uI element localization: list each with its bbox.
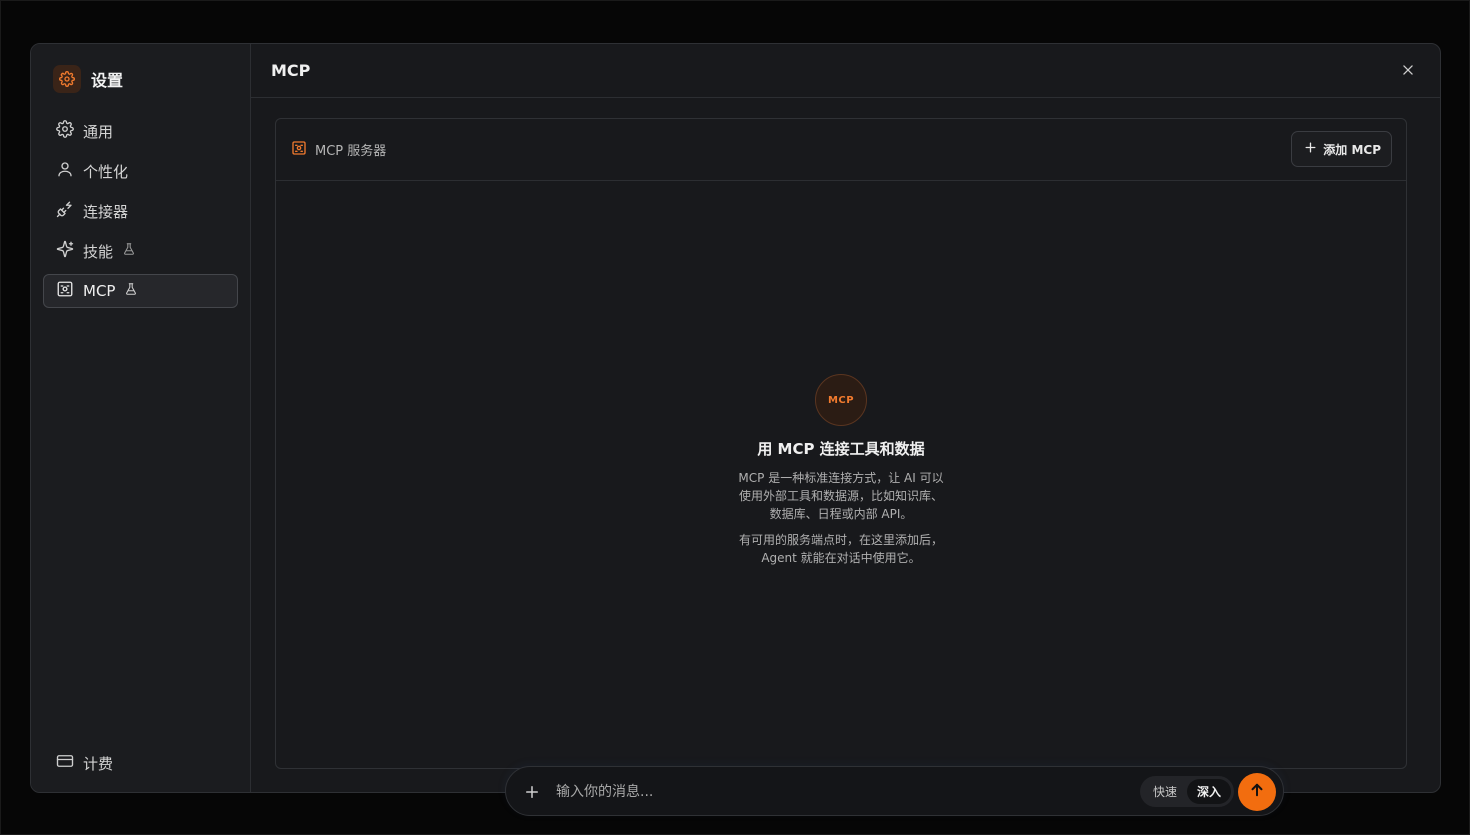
- empty-state-description-secondary: 有可用的服务端点时，在这里添加后，Agent 就能在对话中使用它。: [738, 533, 943, 565]
- flask-icon: [122, 242, 136, 260]
- settings-logo-icon: [53, 65, 81, 93]
- plus-icon: [523, 786, 541, 805]
- add-mcp-label: 添加 MCP: [1323, 142, 1381, 157]
- mode-fast[interactable]: 快速: [1143, 779, 1187, 804]
- sidebar-item-skills[interactable]: 技能: [43, 234, 238, 268]
- message-input[interactable]: [556, 779, 1116, 805]
- credit-card-icon: [56, 752, 74, 774]
- sidebar-nav: 通用 个性化 连接器 技能 MCP: [43, 114, 238, 314]
- sidebar-item-personalization[interactable]: 个性化: [43, 154, 238, 188]
- sidebar-item-label: 技能: [83, 242, 114, 261]
- main-header: MCP: [251, 44, 1440, 98]
- sidebar-item-mcp[interactable]: MCP: [43, 274, 238, 308]
- flask-icon: [124, 282, 138, 300]
- chat-input-bar: 快速 深入: [505, 766, 1284, 816]
- close-button[interactable]: [1398, 61, 1418, 81]
- sidebar-title: 设置: [91, 71, 124, 90]
- settings-modal: 设置 通用 个性化 连接器 技能 MCP 计费 MCP MCP 服务器 添加 M…: [30, 43, 1441, 793]
- mode-toggle: 快速 深入: [1140, 776, 1234, 807]
- gear-icon: [56, 120, 74, 142]
- panel-header: MCP 服务器 添加 MCP: [276, 119, 1406, 181]
- sidebar-item-label: 连接器: [83, 202, 129, 221]
- close-icon: [1401, 62, 1415, 81]
- empty-state: MCP 用 MCP 连接工具和数据 MCP 是一种标准连接方式，让 AI 可以使…: [276, 374, 1406, 567]
- plug-icon: [56, 200, 74, 222]
- sidebar-item-connectors[interactable]: 连接器: [43, 194, 238, 228]
- mcp-servers-panel: MCP 服务器 添加 MCP MCP 用 MCP 连接工具和数据 MCP 是一种…: [275, 118, 1407, 769]
- settings-sidebar: 设置 通用 个性化 连接器 技能 MCP 计费: [31, 44, 251, 792]
- server-icon: [291, 140, 307, 160]
- add-mcp-button[interactable]: 添加 MCP: [1291, 131, 1392, 167]
- server-icon: [56, 280, 74, 302]
- sidebar-item-label: 计费: [83, 754, 114, 773]
- sidebar-item-general[interactable]: 通用: [43, 114, 238, 148]
- send-button[interactable]: [1238, 773, 1276, 811]
- sparkles-icon: [56, 240, 74, 262]
- page-title: MCP: [271, 61, 311, 80]
- sidebar-header: 设置: [53, 65, 123, 93]
- empty-state-description: MCP 是一种标准连接方式，让 AI 可以使用外部工具和数据源，比如知识库、数据…: [738, 471, 944, 521]
- sidebar-item-billing[interactable]: 计费: [43, 746, 238, 780]
- mode-deep[interactable]: 深入: [1187, 779, 1231, 804]
- arrow-up-icon: [1248, 781, 1266, 803]
- attach-button[interactable]: [523, 783, 541, 801]
- plus-icon: [1304, 141, 1317, 157]
- mcp-badge-icon: MCP: [815, 374, 867, 426]
- empty-state-title: 用 MCP 连接工具和数据: [757, 440, 925, 458]
- sidebar-item-label: MCP: [83, 282, 116, 300]
- sidebar-bottom: 计费: [43, 746, 238, 786]
- sidebar-item-label: 个性化: [83, 162, 129, 181]
- sidebar-item-label: 通用: [83, 122, 114, 141]
- user-icon: [56, 160, 74, 182]
- panel-label: MCP 服务器: [315, 144, 387, 159]
- main-content: MCP MCP 服务器 添加 MCP MCP 用 MCP 连接工具和数据 MCP…: [251, 44, 1440, 792]
